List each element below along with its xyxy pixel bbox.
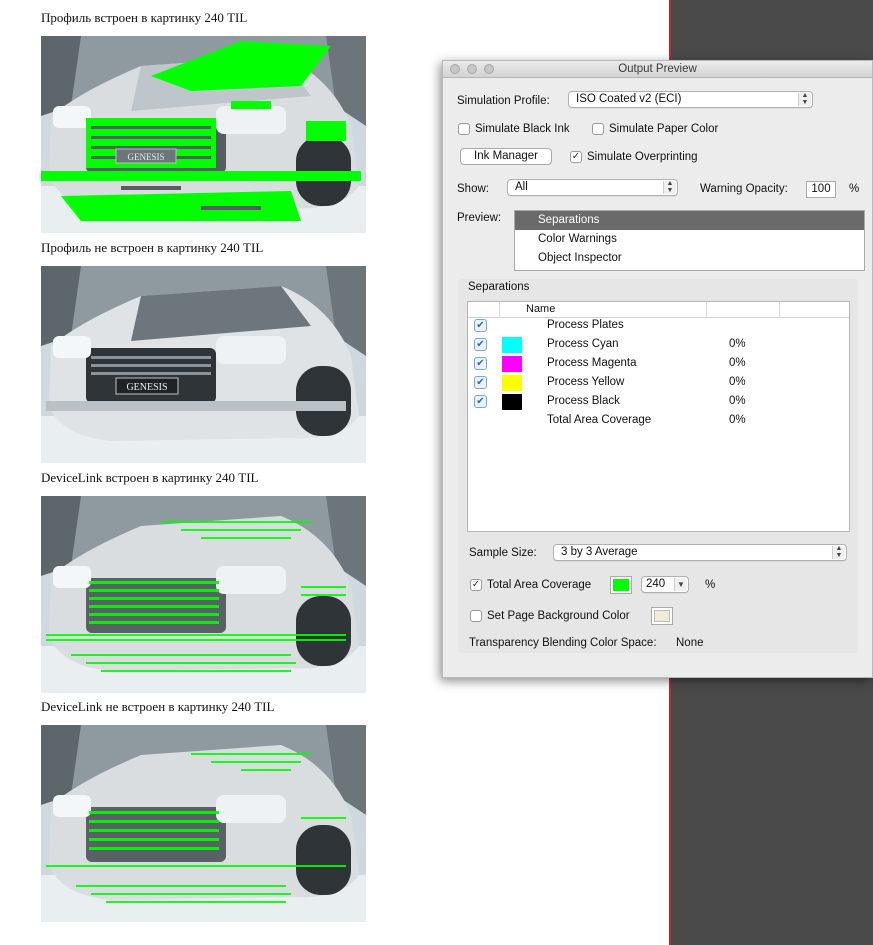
badge-text-2: GENESIS — [126, 382, 167, 393]
total-area-coverage-checkbox[interactable]: ✓ — [470, 579, 482, 591]
preview-item-color-warnings[interactable]: Color Warnings — [515, 230, 864, 249]
chevron-down-icon[interactable]: ▼ — [674, 578, 687, 591]
set-page-bg-checkbox[interactable] — [470, 610, 482, 622]
preview-mode-list[interactable]: Separations Color Warnings Object Inspec… — [514, 210, 865, 271]
set-page-bg-label: Set Page Background Color — [487, 610, 630, 622]
separations-title: Separations — [468, 281, 530, 293]
row-percent: 0% — [729, 395, 746, 407]
checkmark-icon[interactable]: ✔ — [474, 338, 487, 351]
checkmark-icon[interactable]: ✔ — [474, 319, 487, 332]
caption-2: Профиль не встроен в картинку 240 TIL — [41, 240, 264, 255]
warning-opacity-percent: % — [849, 183, 860, 195]
car-image-1: GENESIS — [41, 36, 366, 233]
checkmark-icon[interactable]: ✔ — [474, 376, 487, 389]
panel-title: Output Preview — [618, 63, 697, 75]
row-name: Process Plates — [547, 319, 624, 331]
black-swatch — [502, 394, 522, 410]
tac-value-combo[interactable]: 240 ▼ — [641, 576, 689, 593]
show-value: All — [515, 181, 528, 193]
magenta-swatch — [502, 356, 522, 372]
car-image-3 — [41, 496, 366, 693]
row-percent: 0% — [729, 414, 746, 426]
warning-opacity-label: Warning Opacity: — [700, 183, 788, 195]
preview-label: Preview: — [457, 212, 502, 224]
simulation-profile-value: ISO Coated v2 (ECI) — [576, 93, 682, 105]
checkmark-icon[interactable]: ✔ — [474, 395, 487, 408]
row-name: Process Magenta — [547, 357, 637, 369]
simulation-profile-label: Simulation Profile: — [457, 95, 550, 107]
table-row[interactable]: ✔ Process Black 0% — [468, 393, 849, 412]
tac-value: 240 — [646, 578, 666, 590]
name-column-header[interactable]: Name — [526, 303, 555, 315]
row-percent: 0% — [729, 338, 746, 350]
row-name: Process Cyan — [547, 338, 619, 350]
simulate-overprinting-checkbox[interactable]: ✓ — [570, 151, 582, 163]
simulate-paper-color-checkbox[interactable] — [592, 123, 604, 135]
caption-3: DeviceLink встроен в картинку 240 TIL — [41, 470, 259, 485]
simulation-profile-select[interactable]: ISO Coated v2 (ECI) ▲ ▼ — [568, 91, 813, 108]
tac-color-swatch[interactable] — [610, 576, 632, 594]
table-row[interactable]: ✔ Process Magenta 0% — [468, 355, 849, 374]
simulate-overprinting-label: Simulate Overprinting — [587, 151, 698, 163]
cyan-swatch — [502, 337, 522, 353]
yellow-swatch — [502, 375, 522, 391]
row-name: Process Black — [547, 395, 620, 407]
table-header: Name — [468, 302, 849, 318]
page-bg-color-swatch[interactable] — [651, 607, 673, 625]
table-row[interactable]: ✔ Process Cyan 0% — [468, 336, 849, 355]
warning-opacity-input[interactable]: 100 — [806, 181, 836, 198]
badge-text-1: GENESIS — [127, 152, 164, 162]
tac-percent: % — [705, 579, 716, 591]
row-name: Total Area Coverage — [547, 414, 652, 426]
simulate-black-ink-label: Simulate Black Ink — [475, 123, 570, 135]
row-percent: 0% — [729, 376, 746, 388]
sample-size-select[interactable]: 3 by 3 Average ▲ ▼ — [553, 544, 847, 561]
row-name: Process Yellow — [547, 376, 625, 388]
preview-item-object-inspector[interactable]: Object Inspector — [515, 249, 864, 268]
blending-space-value: None — [676, 637, 704, 649]
green-swatch — [613, 579, 629, 591]
separations-table: Name ✔ Process Plates ✔ Process Cyan 0% … — [467, 301, 850, 532]
car-image-4 — [41, 725, 366, 922]
simulate-paper-color-label: Simulate Paper Color — [609, 123, 719, 135]
preview-item-separations[interactable]: Separations — [515, 211, 864, 230]
checkmark-icon[interactable]: ✔ — [474, 357, 487, 370]
sample-size-label: Sample Size: — [469, 547, 537, 559]
simulate-black-ink-checkbox[interactable] — [458, 123, 470, 135]
sample-size-value: 3 by 3 Average — [561, 546, 638, 558]
car-image-2: GENESIS — [41, 266, 366, 463]
table-row[interactable]: Total Area Coverage 0% — [468, 412, 849, 431]
chevron-updown-icon: ▲ ▼ — [798, 92, 811, 106]
blending-space-label: Transparency Blending Color Space: — [469, 637, 657, 649]
row-percent: 0% — [729, 357, 746, 369]
total-area-coverage-label: Total Area Coverage — [487, 579, 592, 591]
table-row[interactable]: ✔ Process Plates — [468, 317, 849, 336]
table-row[interactable]: ✔ Process Yellow 0% — [468, 374, 849, 393]
panel-titlebar[interactable]: Output Preview — [443, 61, 872, 78]
chevron-updown-icon: ▲ ▼ — [663, 180, 676, 194]
chevron-updown-icon: ▲ ▼ — [832, 545, 845, 559]
paper-swatch — [654, 610, 670, 622]
caption-1: Профиль встроен в картинку 240 TIL — [41, 10, 248, 25]
show-label: Show: — [457, 183, 489, 195]
show-select[interactable]: All ▲ ▼ — [507, 179, 678, 196]
ink-manager-button[interactable]: Ink Manager — [460, 148, 552, 165]
caption-4: DeviceLink не встроен в картинку 240 TIL — [41, 699, 275, 714]
output-preview-panel: Output Preview Simulation Profile: ISO C… — [442, 60, 873, 678]
